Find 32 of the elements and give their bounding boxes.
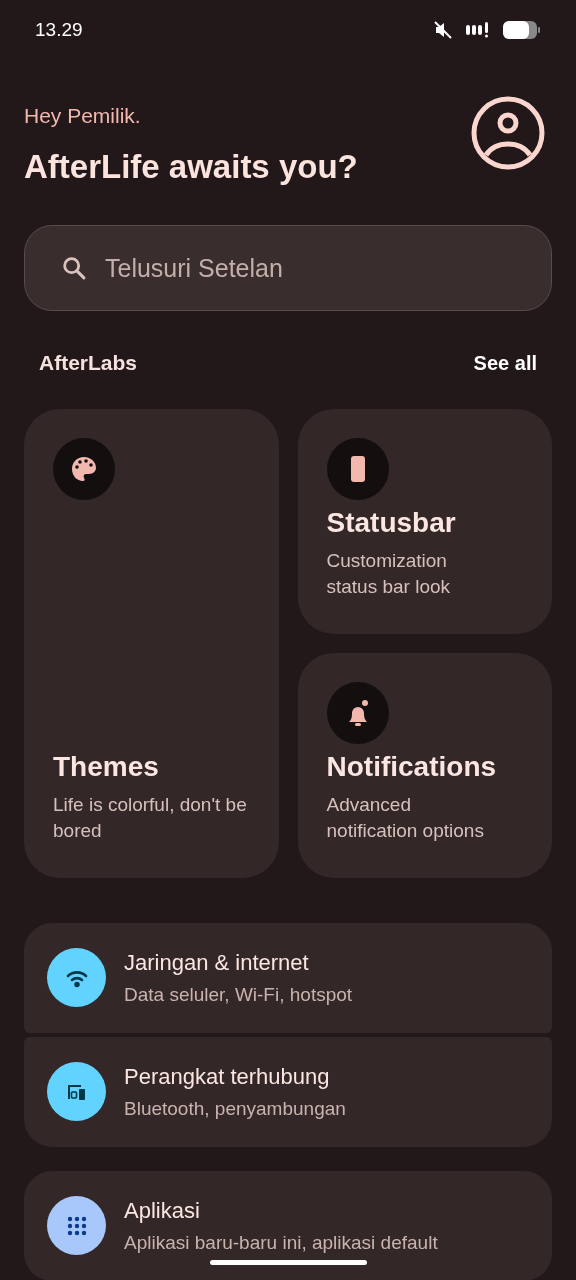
card-subtitle: Advanced notification options <box>326 792 485 843</box>
item-title: Jaringan & internet <box>124 948 310 977</box>
card-subtitle: Customization status bar look <box>326 548 452 599</box>
see-all-link[interactable]: See all <box>473 347 537 378</box>
section-title: AfterLabs <box>39 350 138 376</box>
card-title: Themes <box>53 749 160 784</box>
page-title: AfterLife awaits you? <box>24 146 358 187</box>
phone-icon <box>326 437 389 500</box>
item-subtitle: Aplikasi baru-baru ini, aplikasi default <box>124 1230 438 1255</box>
palette-icon <box>53 437 115 500</box>
profile-icon[interactable] <box>470 95 546 171</box>
search-icon <box>60 254 88 282</box>
item-title: Aplikasi <box>124 1196 201 1225</box>
item-subtitle: Data seluler, Wi-Fi, hotspot <box>124 982 353 1007</box>
card-title: Notifications <box>326 749 498 784</box>
card-title: Statusbar <box>326 505 457 540</box>
signal-icon <box>465 21 491 39</box>
greeting: Hey Pemilik. <box>24 103 142 129</box>
settings-item[interactable]: Perangkat terhubung Bluetooth, penyambungan <box>24 1036 552 1147</box>
bell-icon <box>326 681 389 744</box>
item-subtitle: Bluetooth, penyambungan <box>124 1096 346 1121</box>
card-subtitle: Life is colorful, don't be bored <box>53 792 248 843</box>
status-time: 13.29 <box>35 17 83 42</box>
feature-card[interactable]: Notifications Advanced notification options <box>297 652 552 878</box>
settings-item[interactable]: Aplikasi Aplikasi baru-baru ini, aplikasi default <box>24 1170 552 1280</box>
mute-icon <box>433 20 453 40</box>
settings-item[interactable]: Jaringan & internet Data seluler, Wi-Fi, hotspot <box>24 922 552 1033</box>
search-field[interactable]: Telusuri Setelan <box>24 225 552 311</box>
feature-card[interactable]: Themes Life is colorful, don't be bored <box>24 408 279 878</box>
battery-icon <box>503 20 541 40</box>
item-title: Perangkat terhubung <box>124 1062 331 1091</box>
feature-card[interactable]: Statusbar Customization status bar look <box>297 408 552 634</box>
